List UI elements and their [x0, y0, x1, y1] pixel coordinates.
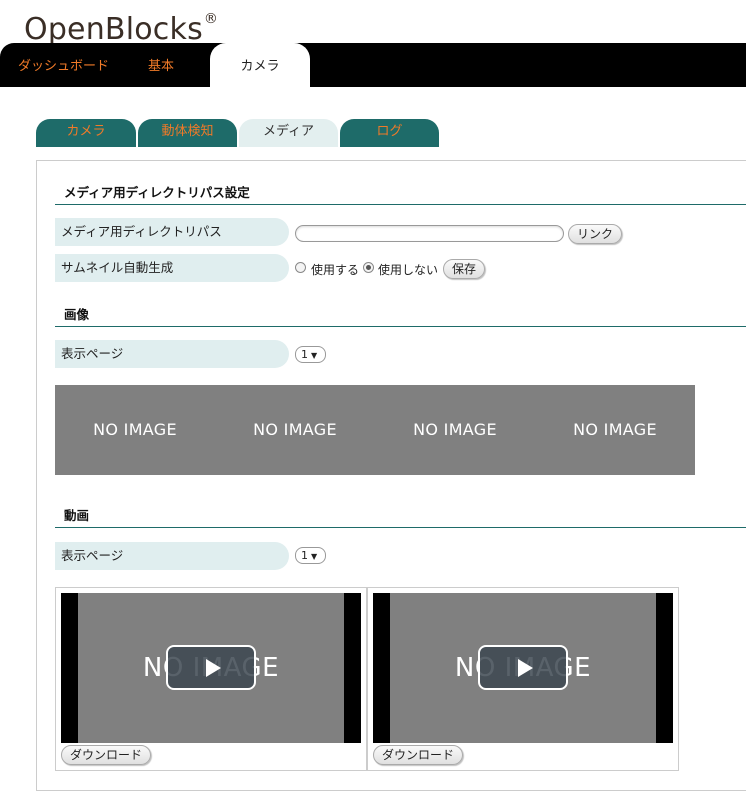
section-title-media-dir: メディア用ディレクトリパス設定 [64, 185, 250, 200]
video-thumbnail: NO IMAGE [390, 593, 656, 743]
video-thumbnail: NO IMAGE [78, 593, 344, 743]
tab-log[interactable]: ログ [340, 119, 439, 147]
brand-logo: OpenBlocks® [24, 0, 219, 47]
media-path-input[interactable] [295, 225, 564, 242]
image-placeholder[interactable]: NO IMAGE [215, 385, 375, 475]
video-player[interactable]: NO IMAGE [373, 593, 673, 743]
thumbnail-on-label: 使用する [311, 263, 360, 277]
save-button[interactable]: 保存 [443, 259, 486, 279]
play-icon[interactable] [166, 645, 256, 690]
image-placeholder[interactable]: NO IMAGE [55, 385, 215, 475]
thumbnail-label: サムネイル自動生成 [55, 254, 289, 282]
image-page-select[interactable]: 1 ▼ [295, 346, 326, 363]
top-nav-basic[interactable]: 基本 [148, 43, 174, 87]
video-card: NO IMAGE ダウンロード [55, 587, 367, 771]
brand-name: OpenBlocks [24, 12, 203, 47]
video-card: NO IMAGE ダウンロード [367, 587, 679, 771]
thumbnail-off-radio[interactable] [363, 262, 374, 273]
section-divider [55, 527, 746, 528]
section-divider [55, 204, 746, 205]
section-title-images: 画像 [64, 307, 90, 322]
video-player[interactable]: NO IMAGE [61, 593, 361, 743]
top-nav-bar: ダッシュボード 基本 カメラ [0, 43, 746, 87]
thumbnail-on-radio[interactable] [295, 262, 306, 273]
image-gallery: NO IMAGE NO IMAGE NO IMAGE NO IMAGE [55, 385, 695, 475]
tab-media[interactable]: メディア [239, 119, 338, 147]
tab-camera[interactable]: カメラ [36, 119, 136, 147]
thumbnail-off-label: 使用しない [378, 263, 439, 277]
video-page-select[interactable]: 1 ▼ [295, 547, 326, 564]
download-button[interactable]: ダウンロード [373, 745, 464, 765]
video-page-value: 1 [301, 549, 308, 562]
video-page-label: 表示ページ [55, 542, 289, 570]
tab-motion-detection[interactable]: 動体検知 [138, 119, 237, 147]
dropdown-arrow-icon: ▼ [311, 351, 318, 360]
image-placeholder[interactable]: NO IMAGE [535, 385, 695, 475]
section-title-videos: 動画 [64, 508, 90, 523]
media-path-label: メディア用ディレクトリパス [55, 218, 289, 246]
download-button[interactable]: ダウンロード [61, 745, 152, 765]
registered-mark: ® [203, 11, 219, 27]
dropdown-arrow-icon: ▼ [311, 552, 318, 561]
top-nav-camera[interactable]: カメラ [210, 43, 310, 87]
image-page-label: 表示ページ [55, 340, 289, 368]
image-page-value: 1 [301, 348, 308, 361]
image-placeholder[interactable]: NO IMAGE [375, 385, 535, 475]
top-nav-dashboard[interactable]: ダッシュボード [18, 43, 109, 87]
section-divider [55, 326, 746, 327]
link-button[interactable]: リンク [568, 224, 623, 244]
play-icon[interactable] [478, 645, 568, 690]
